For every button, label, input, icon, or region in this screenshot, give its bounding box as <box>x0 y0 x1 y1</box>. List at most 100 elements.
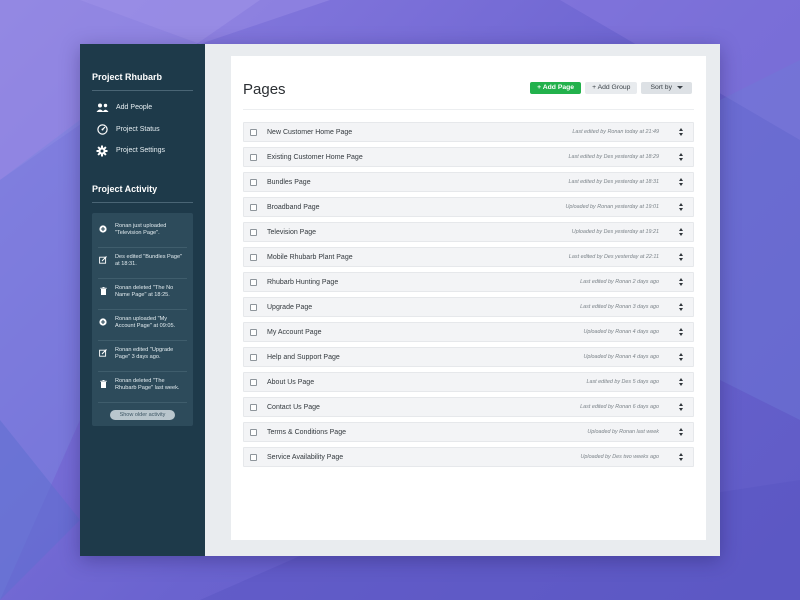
move-down-icon[interactable] <box>679 132 683 136</box>
sidebar: Project Rhubarb Add People Project Statu… <box>80 44 205 556</box>
page-meta: Last edited by Des yesterday at 18:29 <box>568 154 660 160</box>
page-meta: Last edited by Ronan 6 days ago <box>580 404 659 410</box>
reorder-handle-icon[interactable] <box>677 378 685 386</box>
reorder-handle-icon[interactable] <box>677 153 685 161</box>
edit-icon <box>98 255 108 264</box>
table-row[interactable]: Mobile Rhubarb Plant Page Last edited by … <box>243 247 694 267</box>
page-name[interactable]: Rhubarb Hunting Page <box>267 279 580 286</box>
page-name[interactable]: Terms & Conditions Page <box>267 429 587 436</box>
reorder-handle-icon[interactable] <box>677 128 685 136</box>
page-name[interactable]: New Customer Home Page <box>267 129 572 136</box>
sidebar-item-project-settings[interactable]: Project Settings <box>95 140 193 162</box>
move-up-icon[interactable] <box>679 353 683 357</box>
sidebar-item-project-status[interactable]: Project Status <box>95 119 193 141</box>
row-checkbox[interactable] <box>250 353 257 361</box>
page-name[interactable]: My Account Page <box>267 329 583 336</box>
reorder-handle-icon[interactable] <box>677 428 685 436</box>
move-down-icon[interactable] <box>679 282 683 286</box>
move-up-icon[interactable] <box>679 278 683 282</box>
page-name[interactable]: Existing Customer Home Page <box>267 154 569 161</box>
reorder-handle-icon[interactable] <box>677 203 685 211</box>
sort-by-label: Sort by <box>650 84 672 91</box>
move-down-icon[interactable] <box>679 257 683 261</box>
page-name[interactable]: Service Availability Page <box>267 454 580 461</box>
reorder-handle-icon[interactable] <box>677 303 685 311</box>
table-row[interactable]: Existing Customer Home Page Last edited b… <box>243 147 694 167</box>
table-row[interactable]: Television Page Uploaded by Des yesterday… <box>243 222 694 242</box>
show-older-activity-button[interactable]: Show older activity <box>109 409 176 420</box>
table-row[interactable]: Upgrade Page Last edited by Ronan 3 days … <box>243 297 694 317</box>
move-down-icon[interactable] <box>679 182 683 186</box>
move-down-icon[interactable] <box>679 232 683 236</box>
page-name[interactable]: Television Page <box>267 229 572 236</box>
move-up-icon[interactable] <box>679 228 683 232</box>
table-row[interactable]: Help and Support Page Uploaded by Ronan 4… <box>243 347 694 367</box>
row-checkbox[interactable] <box>250 403 257 411</box>
table-row[interactable]: About Us Page Last edited by Des 5 days a… <box>243 372 694 392</box>
move-up-icon[interactable] <box>679 303 683 307</box>
page-meta: Last edited by Des yesterday at 22:11 <box>568 254 659 260</box>
reorder-handle-icon[interactable] <box>677 403 685 411</box>
reorder-handle-icon[interactable] <box>677 253 685 261</box>
sidebar-item-add-people[interactable]: Add People <box>95 97 193 119</box>
project-title: Project Rhubarb <box>92 44 193 91</box>
move-up-icon[interactable] <box>679 153 683 157</box>
add-page-button[interactable]: + Add Page <box>530 81 582 94</box>
page-name[interactable]: Contact Us Page <box>267 404 580 411</box>
table-row[interactable]: Broadband Page Uploaded by Ronan yesterda… <box>243 197 694 217</box>
reorder-handle-icon[interactable] <box>677 453 685 461</box>
table-row[interactable]: Rhubarb Hunting Page Last edited by Ronan… <box>243 272 694 292</box>
row-checkbox[interactable] <box>250 378 257 386</box>
reorder-handle-icon[interactable] <box>677 278 685 286</box>
move-down-icon[interactable] <box>679 457 683 461</box>
move-up-icon[interactable] <box>679 403 683 407</box>
table-row[interactable]: Terms & Conditions Page Uploaded by Ronan… <box>243 422 694 442</box>
move-up-icon[interactable] <box>679 203 683 207</box>
row-checkbox[interactable] <box>250 453 257 461</box>
move-up-icon[interactable] <box>679 428 683 432</box>
reorder-handle-icon[interactable] <box>677 353 685 361</box>
row-checkbox[interactable] <box>250 128 257 136</box>
move-down-icon[interactable] <box>679 382 683 386</box>
row-checkbox[interactable] <box>250 178 257 186</box>
reorder-handle-icon[interactable] <box>677 328 685 336</box>
move-down-icon[interactable] <box>679 307 683 311</box>
activity-item: Des edited "Bundles Page" at 18:31. <box>98 248 187 279</box>
move-up-icon[interactable] <box>679 328 683 332</box>
page-name[interactable]: About Us Page <box>267 379 586 386</box>
page-name[interactable]: Help and Support Page <box>267 354 583 361</box>
row-checkbox[interactable] <box>250 228 257 236</box>
row-checkbox[interactable] <box>250 428 257 436</box>
move-down-icon[interactable] <box>679 432 683 436</box>
row-checkbox[interactable] <box>250 278 257 286</box>
add-group-button[interactable]: + Add Group <box>585 81 638 94</box>
reorder-handle-icon[interactable] <box>677 228 685 236</box>
table-row[interactable]: Contact Us Page Last edited by Ronan 6 da… <box>243 397 694 417</box>
table-row[interactable]: New Customer Home Page Last edited by Ron… <box>243 122 694 142</box>
page-name[interactable]: Broadband Page <box>267 204 565 211</box>
move-up-icon[interactable] <box>679 378 683 382</box>
move-down-icon[interactable] <box>679 357 683 361</box>
move-down-icon[interactable] <box>679 407 683 411</box>
move-down-icon[interactable] <box>679 332 683 336</box>
reorder-handle-icon[interactable] <box>677 178 685 186</box>
row-checkbox[interactable] <box>250 153 257 161</box>
move-up-icon[interactable] <box>679 128 683 132</box>
activity-text: Ronan just uploaded "Television Page". <box>115 222 167 236</box>
move-down-icon[interactable] <box>679 157 683 161</box>
move-down-icon[interactable] <box>679 207 683 211</box>
row-checkbox[interactable] <box>250 253 257 261</box>
table-row[interactable]: My Account Page Uploaded by Ronan 4 days … <box>243 322 694 342</box>
row-checkbox[interactable] <box>250 328 257 336</box>
row-checkbox[interactable] <box>250 203 257 211</box>
move-up-icon[interactable] <box>679 253 683 257</box>
table-row[interactable]: Service Availability Page Uploaded by Des… <box>243 447 694 467</box>
move-up-icon[interactable] <box>679 453 683 457</box>
sort-by-dropdown[interactable]: Sort by <box>641 81 692 94</box>
page-name[interactable]: Bundles Page <box>267 179 569 186</box>
move-up-icon[interactable] <box>679 178 683 182</box>
row-checkbox[interactable] <box>250 303 257 311</box>
page-name[interactable]: Upgrade Page <box>267 304 580 311</box>
page-name[interactable]: Mobile Rhubarb Plant Page <box>267 254 569 261</box>
table-row[interactable]: Bundles Page Last edited by Des yesterday… <box>243 172 694 192</box>
